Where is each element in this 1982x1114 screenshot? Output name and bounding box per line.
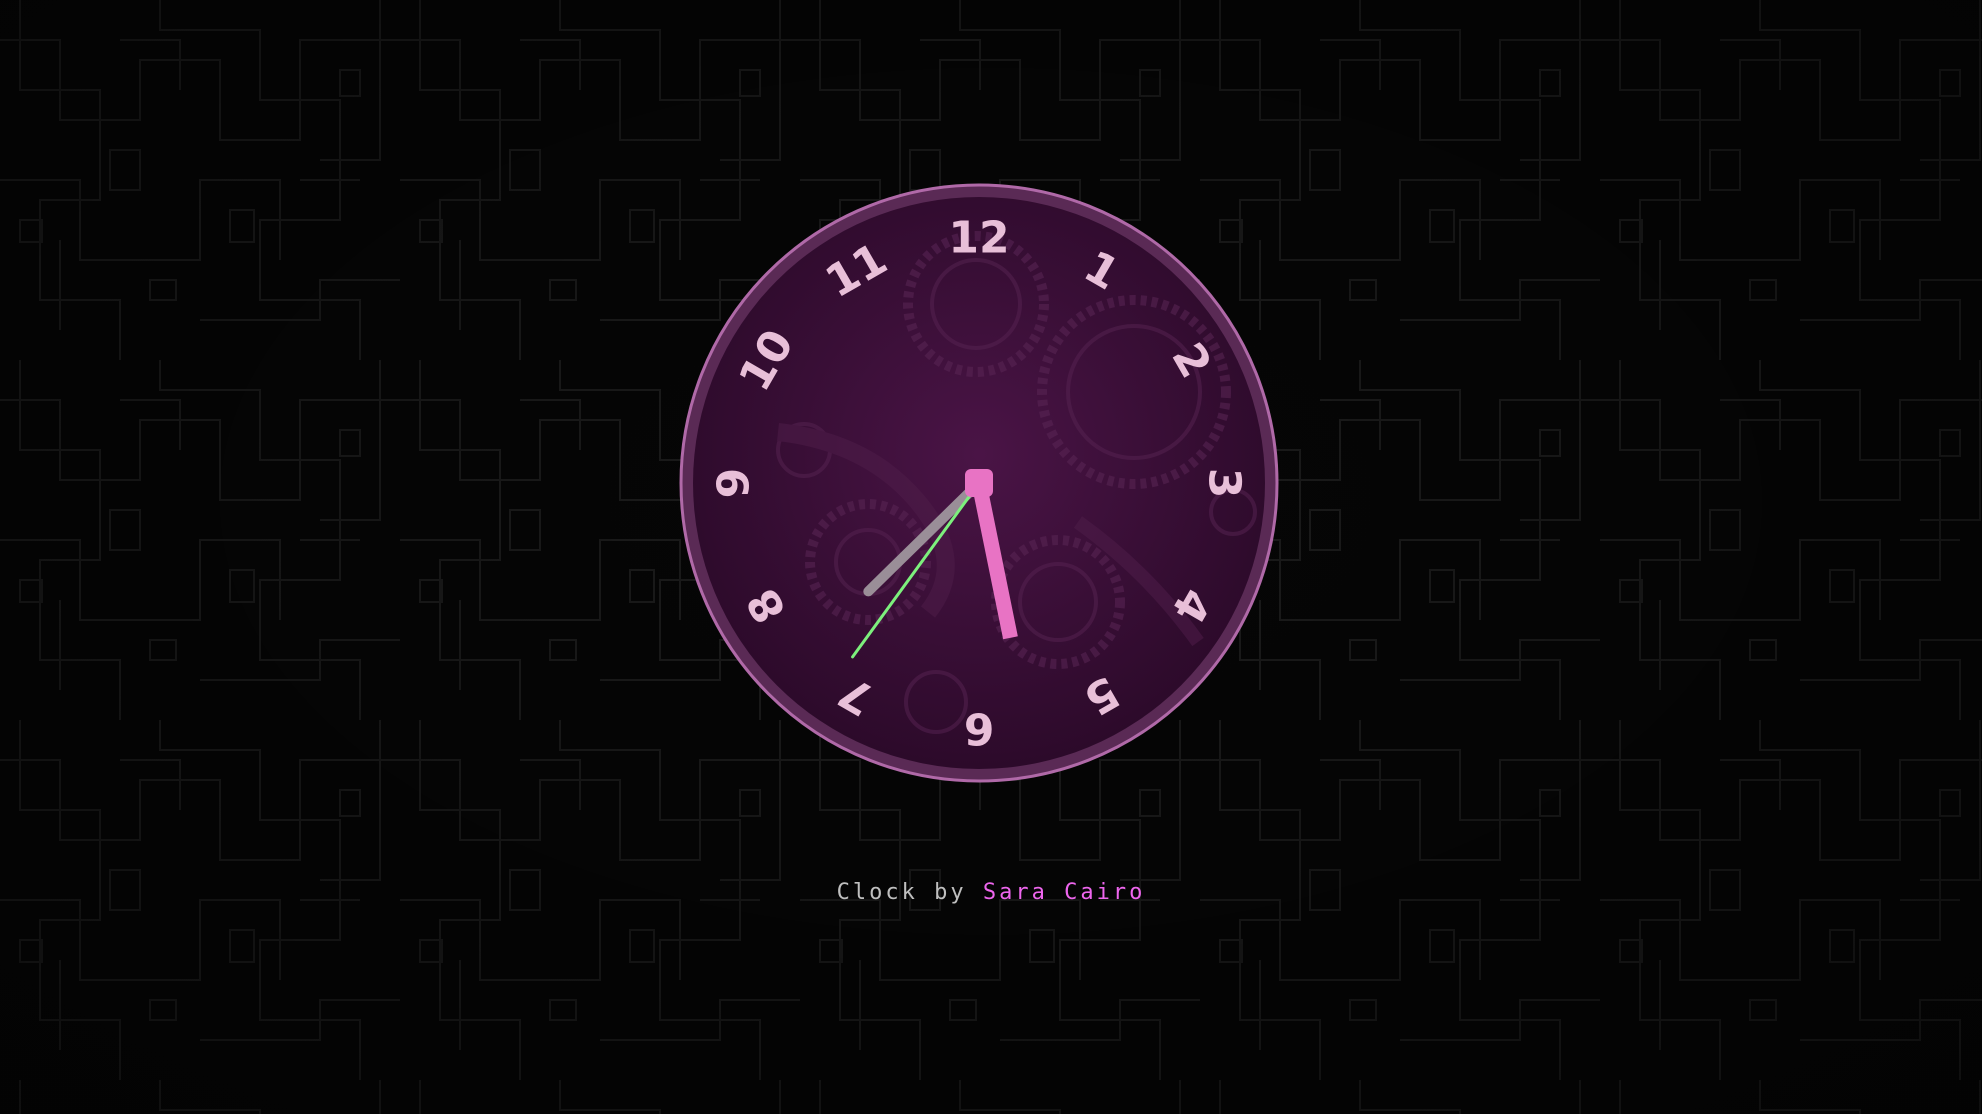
numeral-6: 6 — [964, 703, 995, 754]
analog-clock: 12 1 2 3 4 5 6 7 8 9 10 11 — [678, 182, 1280, 784]
credit-author-link[interactable]: Sara Cairo — [983, 880, 1145, 905]
clock-page: 12 1 2 3 4 5 6 7 8 9 10 11 Clock by Sara Cairo — [0, 0, 1982, 1114]
numeral-12: 12 — [948, 213, 1009, 264]
center-cap — [965, 469, 993, 497]
credit-line: Clock by Sara Cairo — [0, 880, 1982, 905]
numeral-9: 9 — [709, 468, 760, 499]
numeral-3: 3 — [1199, 468, 1250, 499]
credit-prefix: Clock by — [836, 880, 967, 905]
